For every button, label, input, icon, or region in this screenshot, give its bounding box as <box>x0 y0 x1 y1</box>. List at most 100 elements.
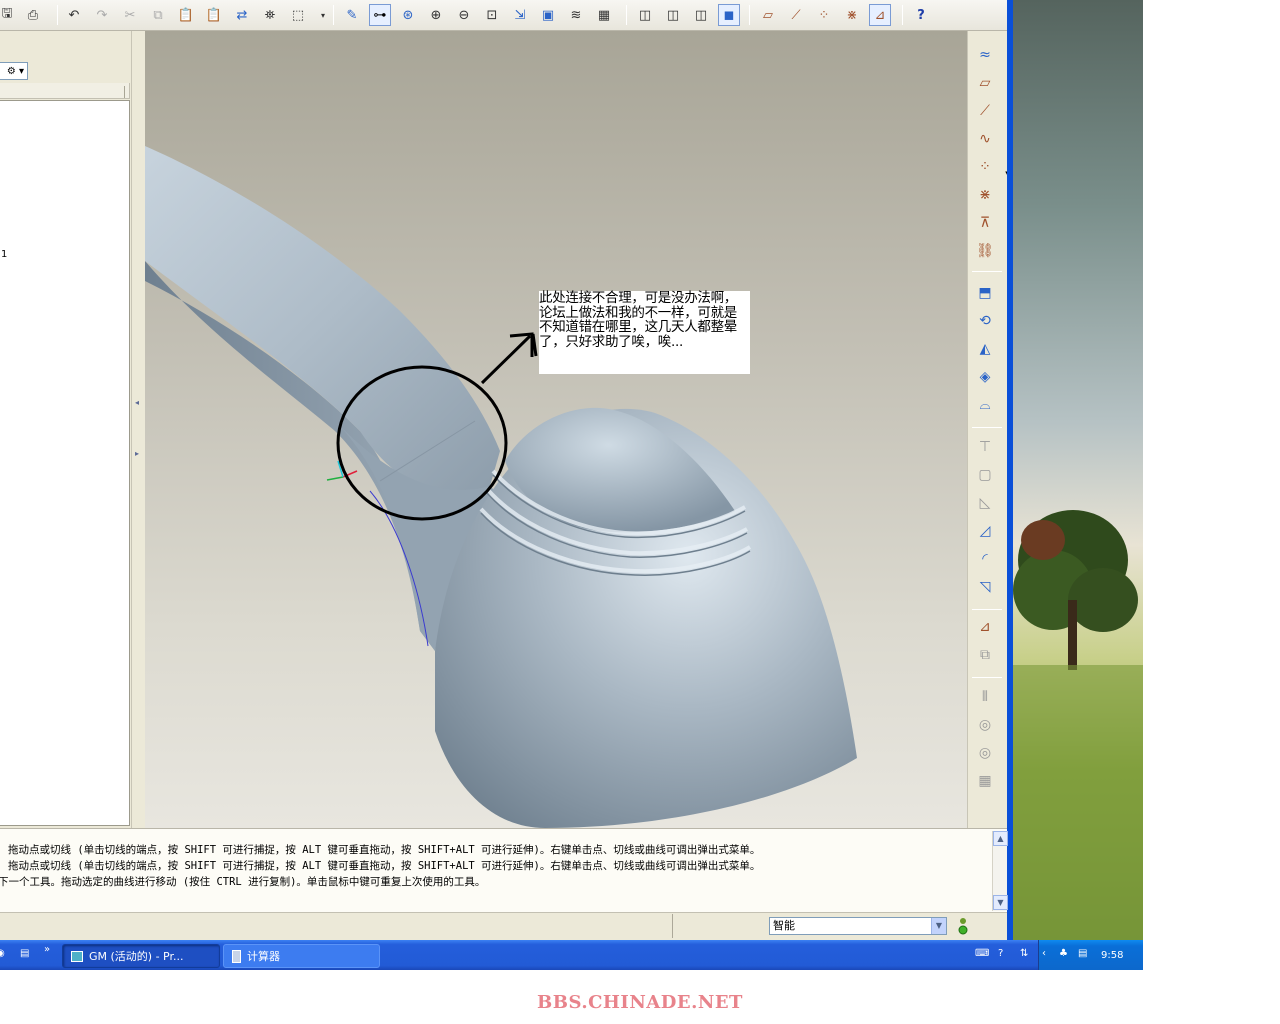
model-render <box>145 146 857 828</box>
regenerate-icon[interactable]: ⇄ <box>231 4 253 26</box>
scroll-up-icon[interactable]: ▲ <box>993 831 1008 846</box>
saved-views-icon[interactable]: ▣ <box>537 4 559 26</box>
help-icon[interactable]: ? <box>998 948 1011 961</box>
paste-icon[interactable]: 📋 <box>175 4 197 26</box>
qq-icon[interactable]: ♣ <box>1059 948 1072 961</box>
group-icon[interactable]: ⧉ <box>973 643 997 667</box>
chain-icon[interactable]: ⛓ <box>973 239 997 263</box>
annotation-feature-icon[interactable]: ⊿ <box>973 615 997 639</box>
pattern-icon[interactable]: ▦ <box>973 769 997 793</box>
round-icon[interactable]: ◜ <box>973 547 997 571</box>
sweep-icon[interactable]: ◭ <box>973 337 997 361</box>
find-icon[interactable]: ⛯ <box>259 4 281 26</box>
quicklaunch-more-icon[interactable]: » <box>44 944 57 957</box>
boundary-blend-icon[interactable]: ◈ <box>973 365 997 389</box>
datum-plane-icon[interactable]: ▱ <box>757 4 779 26</box>
draft-icon[interactable]: ◿ <box>973 519 997 543</box>
datum-curve-spline-icon[interactable]: ∿ <box>973 127 997 151</box>
no-hidden-icon[interactable]: ◫ <box>690 4 712 26</box>
tray-expand-icon[interactable]: ‹ <box>1042 948 1055 961</box>
shell-icon[interactable]: ▢ <box>973 463 997 487</box>
context-help-icon[interactable]: ? <box>910 4 932 26</box>
network-icon[interactable]: ⇅ <box>1020 948 1033 961</box>
quicklaunch-icon[interactable]: ◉ <box>0 948 9 961</box>
chevron-down-icon[interactable]: ▾ <box>312 4 334 26</box>
message-line: 下一个工具。拖动选定的曲线进行移动 (按住 CTRL 进行复制)。单击鼠标中键可… <box>0 876 486 888</box>
hidden-line-icon[interactable]: ◫ <box>662 4 684 26</box>
zoom-in-icon[interactable]: ⊕ <box>425 4 447 26</box>
datum-axis-icon[interactable]: ⟋ <box>973 99 997 123</box>
refit-icon[interactable]: ⊡ <box>481 4 503 26</box>
extrude-icon[interactable]: ⬒ <box>973 281 997 305</box>
chamfer-icon[interactable]: ◹ <box>973 575 997 599</box>
datum-point-icon[interactable]: ⁘ <box>813 4 835 26</box>
system-clock[interactable]: 9:58 <box>1101 950 1123 961</box>
calculator-icon <box>232 949 241 963</box>
datum-axis-icon[interactable]: ⟋ <box>785 4 807 26</box>
coordinate-system-icon[interactable]: ⋇ <box>841 4 863 26</box>
selection-filter-select[interactable]: 智能 ▼ <box>769 917 947 935</box>
wireframe-icon[interactable]: ◫ <box>634 4 656 26</box>
cut-icon[interactable]: ✂ <box>119 4 141 26</box>
sketch-icon[interactable]: ✎ <box>341 4 363 26</box>
trim-icon[interactable]: ◎ <box>973 741 997 765</box>
ime-icon[interactable]: ▤ <box>1078 948 1091 961</box>
panel-splitter[interactable]: ◂ ▸ <box>131 31 145 828</box>
rib-icon[interactable]: ◺ <box>973 491 997 515</box>
taskbar-button-proe[interactable]: GM (活动的) - Pr... <box>62 944 220 968</box>
message-line: 拖动点或切线 (单击切线的端点，按 SHIFT 可进行捕捉，按 ALT 键可垂直… <box>8 844 761 856</box>
hole-icon[interactable]: ⊤ <box>973 435 997 459</box>
shading-icon[interactable]: ◼ <box>718 4 740 26</box>
taskbar-button-label: GM (活动的) - Pr... <box>89 950 184 963</box>
feature-toolbar: ≈ ▱ ⟋ ∿ ⁘ ⋇ ⊼ ⛓ ⬒ ⟲ ◭ ◈ ⌓ ⊤ ▢ ◺ ◿ ◜ ◹ ⊿ … <box>967 31 1009 828</box>
taskbar-button-calculator[interactable]: 计算器 <box>223 944 380 968</box>
print-icon[interactable]: ⎙ <box>22 4 44 26</box>
keyboard-icon[interactable]: ⌨ <box>975 948 989 961</box>
settings-icon: ⚙ <box>6 65 16 77</box>
message-scrollbar[interactable]: ▲ ▼ <box>992 831 1008 911</box>
collapse-left-icon[interactable]: ◂ <box>135 398 139 407</box>
orient-icon[interactable]: ⇲ <box>509 4 531 26</box>
model-tree-settings-dropdown[interactable]: ⚙ ▾ <box>0 62 28 80</box>
model-tree[interactable] <box>0 100 130 826</box>
datum-curve-icon[interactable]: ≈ <box>973 43 997 67</box>
scroll-down-icon[interactable]: ▼ <box>993 895 1008 910</box>
redo-icon[interactable]: ↷ <box>91 4 113 26</box>
datum-point-icon[interactable]: ⁘ <box>973 155 997 179</box>
chevron-down-icon[interactable]: ▼ <box>931 918 946 934</box>
analysis-icon[interactable]: ⊼ <box>973 211 997 235</box>
datum-display-icon[interactable]: ⊶ <box>369 4 391 26</box>
tree-image <box>1013 510 1143 940</box>
message-area: 拖动点或切线 (单击切线的端点，按 SHIFT 可进行捕捉，按 ALT 键可垂直… <box>0 828 1007 912</box>
copy-icon[interactable]: ⧉ <box>147 4 169 26</box>
message-line: 拖动点或切线 (单击切线的端点，按 SHIFT 可进行捕捉，按 ALT 键可垂直… <box>8 860 761 872</box>
view-manager-icon[interactable]: ▦ <box>593 4 615 26</box>
annotation-callout: 此处连接不合理，可是没办法啊，论坛上做法和我的不一样，可就是不知道错在哪里，这几… <box>539 291 750 374</box>
mirror-icon[interactable]: ⫴ <box>973 685 997 709</box>
forum-watermark: BBS.CHINADE.NET <box>537 992 743 1013</box>
revolve-icon[interactable]: ⟲ <box>973 309 997 333</box>
layers-icon[interactable]: ≋ <box>565 4 587 26</box>
spin-center-icon[interactable]: ⊛ <box>397 4 419 26</box>
status-light-icon <box>958 918 968 935</box>
select-box-icon[interactable]: ⬚ <box>287 4 309 26</box>
save-icon[interactable]: 🖫 <box>0 4 18 26</box>
app-icon <box>71 950 83 962</box>
quicklaunch-icon[interactable]: ▤ <box>20 948 33 961</box>
model-tree-item[interactable]: 1 <box>1 249 7 260</box>
coordinate-system-icon[interactable]: ⋇ <box>973 183 997 207</box>
undo-icon[interactable]: ↶ <box>63 4 85 26</box>
screen: 🖫 ⎙ ↶ ↷ ✂ ⧉ 📋 📋 ⇄ ⛯ ⬚ ▾ ✎ ⊶ ⊛ ⊕ ⊖ ⊡ ⇲ ▣ … <box>0 0 1143 970</box>
expand-right-icon[interactable]: ▸ <box>135 449 139 458</box>
annotation-icon[interactable]: ⊿ <box>869 4 891 26</box>
datum-plane-icon[interactable]: ▱ <box>973 71 997 95</box>
paste-special-icon[interactable]: 📋 <box>203 4 225 26</box>
merge-icon[interactable]: ◎ <box>973 713 997 737</box>
zoom-out-icon[interactable]: ⊖ <box>453 4 475 26</box>
taskbar-button-label: 计算器 <box>247 950 280 963</box>
style-icon[interactable]: ⌓ <box>973 393 997 417</box>
desktop-wallpaper <box>1013 0 1143 940</box>
main-toolbar: 🖫 ⎙ ↶ ↷ ✂ ⧉ 📋 📋 ⇄ ⛯ ⬚ ▾ ✎ ⊶ ⊛ ⊕ ⊖ ⊡ ⇲ ▣ … <box>0 0 1010 31</box>
graphics-window[interactable] <box>145 31 967 828</box>
model-tree-header <box>0 83 130 99</box>
